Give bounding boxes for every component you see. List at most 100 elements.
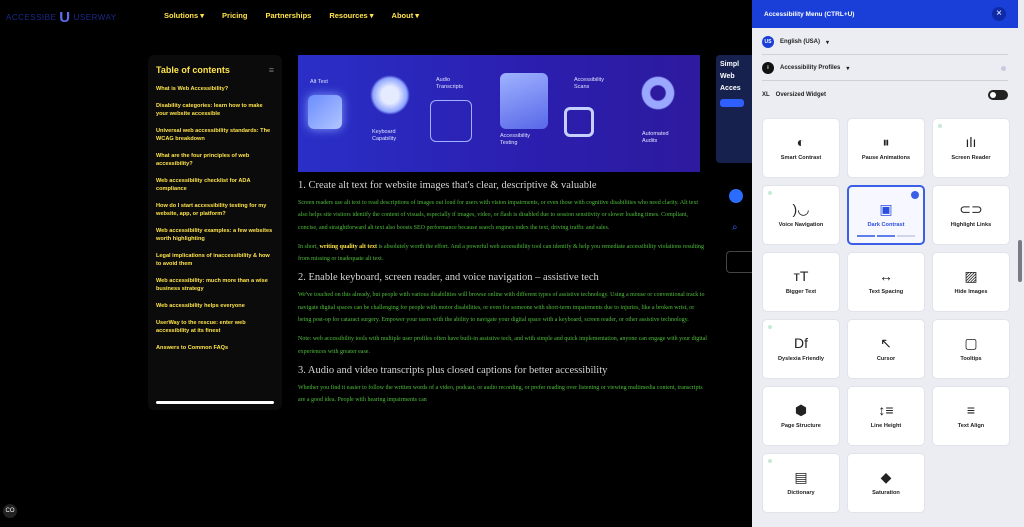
toc-scroll-indicator <box>156 401 274 404</box>
level-indicator <box>857 235 915 237</box>
status-dot <box>768 459 772 463</box>
status-dot <box>768 325 772 329</box>
dictionary-icon: ▤ <box>794 469 808 485</box>
screen-reader-tile[interactable]: ılı Screen Reader <box>932 118 1010 178</box>
text-align-icon: ≡ <box>966 402 976 418</box>
paragraph: Whether you find it easier to follow the… <box>298 384 703 404</box>
highlight-links-tile[interactable]: ⊂⊃ Highlight Links <box>932 185 1010 245</box>
info-icon[interactable] <box>1001 66 1006 71</box>
dyslexia-friendly-tile[interactable]: Df Dyslexia Friendly <box>762 319 840 379</box>
section-heading: 2. Enable keyboard, screen reader, and v… <box>298 272 599 284</box>
smart-contrast-tile[interactable]: ◐ Smart Contrast <box>762 118 840 178</box>
paragraph: Screen readers use alt text to read desc… <box>298 200 699 231</box>
toc-item[interactable]: Web accessibility checklist for ADA comp… <box>156 177 274 193</box>
hero-label-alt-text: Alt Text <box>310 79 328 85</box>
check-icon <box>911 191 919 199</box>
pause-icon: ⏸ <box>882 134 890 150</box>
oversized-widget-toggle[interactable] <box>988 90 1008 100</box>
accessibility-profiles[interactable]: i Accessibility Profiles ▾ <box>762 58 1008 78</box>
text-size-icon: тT <box>793 268 809 284</box>
accessibility-menu: Accessibility Menu (CTRL+U) × US English… <box>752 0 1024 527</box>
structure-icon: ⬢ <box>794 402 808 418</box>
cursor-tile[interactable]: ↖ Cursor <box>847 319 925 379</box>
hero-label-audits: Automated Audits <box>642 131 669 144</box>
image-icon <box>308 95 342 129</box>
toc-item[interactable]: What are the four principles of web acce… <box>156 152 274 168</box>
dictionary-tile[interactable]: ▤ Dictionary <box>762 453 840 513</box>
menu-icon[interactable]: ≡ <box>269 65 274 75</box>
feature-grid: ◐ Smart Contrast ⏸ Pause Animations ılı … <box>762 118 1010 513</box>
testing-icon <box>500 73 548 129</box>
text-align-tile[interactable]: ≡ Text Align <box>932 386 1010 446</box>
link-icon: ⊂⊃ <box>959 201 983 217</box>
site-logo[interactable]: ACCESSIBE U USERWAY <box>6 9 117 26</box>
search-icon[interactable]: ⌕ <box>732 222 738 233</box>
voice-navigation-tile[interactable]: )◡ Voice Navigation <box>762 185 840 245</box>
oversized-widget-row: XL Oversized Widget <box>762 85 1008 105</box>
xl-icon: XL <box>762 92 770 98</box>
nav-solutions[interactable]: Solutions ▾ <box>164 11 204 20</box>
nav-partnerships[interactable]: Partnerships <box>265 11 311 20</box>
hero-label-testing: Accessibility Testing <box>500 133 530 146</box>
promo-card[interactable]: Simpl Web Acces <box>716 55 752 163</box>
close-icon[interactable]: × <box>992 7 1006 21</box>
contrast-icon: ◐ <box>796 134 806 150</box>
gear-icon <box>638 73 678 113</box>
cubes-icon <box>370 75 410 115</box>
saturation-tile[interactable]: ◆ Saturation <box>847 453 925 513</box>
toc-item[interactable]: Web accessibility examples: a few websit… <box>156 227 274 243</box>
magnifier-icon <box>564 107 594 137</box>
search-box[interactable] <box>726 251 752 273</box>
nav-resources[interactable]: Resources ▾ <box>329 11 373 20</box>
flag-icon: US <box>762 36 774 48</box>
toc-item[interactable]: Web accessibility helps everyone <box>156 302 274 310</box>
page-structure-tile[interactable]: ⬢ Page Structure <box>762 386 840 446</box>
line-height-icon: ↕≡ <box>878 402 894 418</box>
top-navigation: ACCESSIBE U USERWAY Solutions ▾ Pricing … <box>0 0 752 32</box>
logo-text-right: USERWAY <box>73 13 117 22</box>
paragraph: We've touched on this already, but peopl… <box>298 292 705 324</box>
toc-item[interactable]: Answers to Common FAQs <box>156 344 274 352</box>
audio-wave-icon: ılı <box>965 134 977 150</box>
scrollbar[interactable] <box>1018 240 1022 282</box>
section-heading: 3. Audio and video transcripts plus clos… <box>298 364 608 376</box>
status-dot <box>768 191 772 195</box>
toc-item[interactable]: Disability categories: learn how to make… <box>156 102 274 118</box>
tooltips-tile[interactable]: ▢ Tooltips <box>932 319 1010 379</box>
toc-item[interactable]: Legal implications of inaccessibility & … <box>156 252 274 268</box>
accessibility-widget-icon[interactable]: CO <box>3 504 17 518</box>
toc-item[interactable]: UserWay to the rescue: enter web accessi… <box>156 319 274 335</box>
inline-link[interactable]: writing quality alt text <box>320 244 378 250</box>
dark-contrast-tile[interactable]: ▣ Dark Contrast <box>847 185 925 245</box>
promo-card-button[interactable] <box>720 99 744 107</box>
audio-wave-icon <box>430 100 472 142</box>
divider <box>762 80 1008 81</box>
dyslexia-icon: Df <box>794 335 808 351</box>
hide-images-tile[interactable]: ▨ Hide Images <box>932 252 1010 312</box>
spacing-icon: ↔ <box>879 268 893 284</box>
toc-item[interactable]: How do I start accessibility testing for… <box>156 202 274 218</box>
logo-mark: U <box>59 9 71 26</box>
promo-card-text: Simpl Web Acces <box>720 61 741 92</box>
nav-about[interactable]: About ▾ <box>392 11 420 20</box>
toc-item[interactable]: Universal web accessibility standards: T… <box>156 127 274 143</box>
language-selector[interactable]: US English (USA) ▾ <box>762 32 1008 52</box>
caret-icon: ▾ <box>846 65 850 72</box>
nav-links: Solutions ▾ Pricing Partnerships Resourc… <box>164 11 419 20</box>
text-spacing-tile[interactable]: ↔ Text Spacing <box>847 252 925 312</box>
paragraph: In short, writing quality alt text is ab… <box>298 243 704 263</box>
line-height-tile[interactable]: ↕≡ Line Height <box>847 386 925 446</box>
caret-icon: ▾ <box>826 39 830 46</box>
search-icon[interactable] <box>729 189 743 203</box>
logo-text-left: ACCESSIBE <box>6 13 57 22</box>
bigger-text-tile[interactable]: тT Bigger Text <box>762 252 840 312</box>
image-icon: ▨ <box>964 268 978 284</box>
nav-pricing[interactable]: Pricing <box>222 11 247 20</box>
voice-icon: )◡ <box>792 201 810 217</box>
toc-item[interactable]: Web accessibility: much more than a wise… <box>156 277 274 293</box>
toc-item[interactable]: What is Web Accessibility? <box>156 85 274 93</box>
hero-label-audio: Audio Transcripts <box>436 77 463 90</box>
table-of-contents: Table of contents ≡ What is Web Accessib… <box>148 55 282 410</box>
tooltip-icon: ▢ <box>964 335 978 351</box>
pause-animations-tile[interactable]: ⏸ Pause Animations <box>847 118 925 178</box>
